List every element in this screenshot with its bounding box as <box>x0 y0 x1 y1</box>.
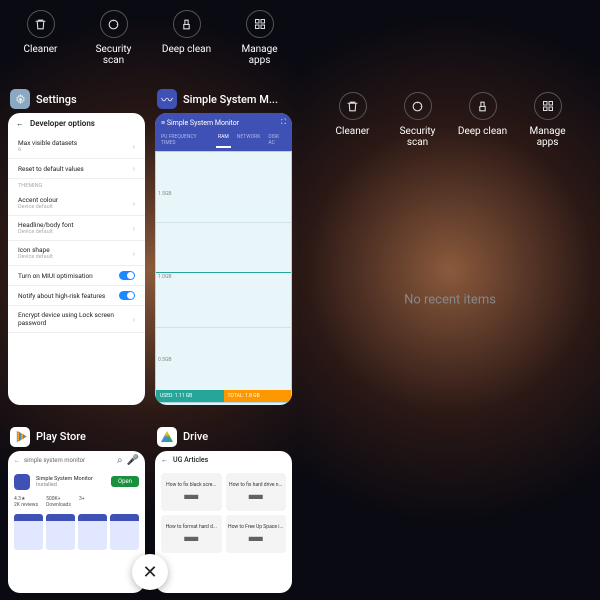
scan-icon <box>100 10 128 38</box>
grid-icon <box>534 92 562 120</box>
recents-screen-empty: Cleaner Security scan Deep clean Manage … <box>300 0 600 600</box>
app-name: Drive <box>183 430 208 443</box>
monitor-thumbnail[interactable]: ≡ Simple System Monitor⛶ PU FREQUENCY TI… <box>155 113 292 405</box>
back-icon: ← <box>161 456 168 464</box>
drive-folder: How to format hard d...▬ <box>161 515 222 553</box>
empty-recents-message: No recent items <box>300 293 600 308</box>
folder-icon: ▬ <box>184 530 198 544</box>
tool-manage-apps[interactable]: Manage apps <box>519 92 577 148</box>
tool-cleaner[interactable]: Cleaner <box>12 10 70 66</box>
toolbar: Cleaner Security scan Deep clean Manage … <box>300 82 600 156</box>
tool-label: Deep clean <box>162 44 211 55</box>
app-card-settings[interactable]: Settings ←Developer options Max visible … <box>8 85 145 405</box>
tool-label: Manage apps <box>519 126 577 148</box>
app-card-play-store[interactable]: Play Store ←simple system monitor⌕🎤 Simp… <box>8 423 145 593</box>
settings-row: Headline/body fontDevice default› <box>8 216 145 241</box>
close-icon: ✕ <box>142 562 157 583</box>
app-header: Play Store <box>8 423 145 451</box>
tool-label: Deep clean <box>458 126 507 137</box>
tool-security-scan[interactable]: Security scan <box>85 10 143 66</box>
tool-security-scan[interactable]: Security scan <box>389 92 447 148</box>
scan-icon <box>404 92 432 120</box>
toggle-on <box>119 271 135 280</box>
toolbar: Cleaner Security scan Deep clean Manage … <box>0 0 300 74</box>
grid-icon <box>246 10 274 38</box>
drive-thumbnail[interactable]: ←UG Articles How to fix black scre...▬ H… <box>155 451 292 593</box>
search-icon: ⌕ <box>117 455 123 466</box>
play-screenshots <box>8 510 145 554</box>
settings-row: Notify about high-risk features <box>8 286 145 306</box>
folder-icon: ▬ <box>184 488 198 502</box>
trash-icon <box>27 10 55 38</box>
drive-folder: How to fix hard drive n...▬ <box>226 473 287 511</box>
app-card-monitor[interactable]: 〰 Simple System M... ≡ Simple System Mon… <box>155 85 292 405</box>
back-icon: ← <box>16 119 24 128</box>
settings-titlebar: ←Developer options <box>8 113 145 134</box>
settings-row: Max visible datasets6› <box>8 134 145 159</box>
monitor-app-icon: 〰 <box>157 89 177 109</box>
mic-icon: 🎤 <box>127 455 139 466</box>
drive-grid: How to fix black scre...▬ How to fix har… <box>155 469 292 557</box>
fullscreen-icon: ⛶ <box>281 118 286 127</box>
app-card-drive[interactable]: Drive ←UG Articles How to fix black scre… <box>155 423 292 593</box>
settings-row: Turn on MIUI optimisation <box>8 266 145 286</box>
play-store-app-icon <box>10 427 30 447</box>
toggle-on <box>119 291 135 300</box>
settings-row: Encrypt device using Lock screen passwor… <box>8 306 145 333</box>
settings-row: Reset to default values› <box>8 159 145 179</box>
settings-app-icon <box>10 89 30 109</box>
section-label: THEMING <box>8 179 145 191</box>
tool-label: Cleaner <box>336 126 370 137</box>
play-stats: 4.3★2K reviews 500K+Downloads 3+ <box>8 494 145 510</box>
result-app-icon <box>14 474 30 490</box>
settings-row: Accent colourDevice default› <box>8 191 145 216</box>
app-header: 〰 Simple System M... <box>155 85 292 113</box>
clear-all-button[interactable]: ✕ <box>132 554 168 590</box>
tool-deep-clean[interactable]: Deep clean <box>454 92 512 148</box>
broom-icon <box>173 10 201 38</box>
tool-cleaner[interactable]: Cleaner <box>324 92 382 148</box>
play-search: ←simple system monitor⌕🎤 <box>8 451 145 470</box>
tool-label: Cleaner <box>24 44 58 55</box>
app-name: Settings <box>36 93 77 106</box>
tool-label: Manage apps <box>231 44 289 66</box>
folder-icon: ▬ <box>249 488 263 502</box>
back-icon: ← <box>14 457 20 464</box>
play-thumbnail[interactable]: ←simple system monitor⌕🎤 Simple System M… <box>8 451 145 593</box>
drive-folder: How to Free Up Space i...▬ <box>226 515 287 553</box>
play-result: Simple System MonitorInstalled Open <box>8 470 145 494</box>
app-header: Drive <box>155 423 292 451</box>
drive-app-icon <box>157 427 177 447</box>
tool-manage-apps[interactable]: Manage apps <box>231 10 289 66</box>
settings-row: Icon shapeDevice default› <box>8 241 145 266</box>
monitor-tabs: PU FREQUENCY TIMES RAM NETWORK DISK AC <box>155 132 292 151</box>
app-header: Settings <box>8 85 145 113</box>
folder-icon: ▬ <box>249 530 263 544</box>
app-name: Simple System M... <box>183 93 278 106</box>
broom-icon <box>469 92 497 120</box>
open-button: Open <box>111 476 139 487</box>
app-name: Play Store <box>36 430 86 443</box>
recents-screen-with-apps: Cleaner Security scan Deep clean Manage … <box>0 0 300 600</box>
drive-folder: How to fix black scre...▬ <box>161 473 222 511</box>
ram-graph: 1.5GB1.0GB0.5GB USED: 1.11 GBTOTAL: 1.8 … <box>155 151 292 403</box>
settings-thumbnail[interactable]: ←Developer options Max visible datasets6… <box>8 113 145 405</box>
tool-label: Security scan <box>85 44 143 66</box>
monitor-titlebar: ≡ Simple System Monitor⛶ <box>155 113 292 132</box>
drive-titlebar: ←UG Articles <box>155 451 292 469</box>
recents-grid: Settings ←Developer options Max visible … <box>0 85 300 600</box>
trash-icon <box>339 92 367 120</box>
tool-deep-clean[interactable]: Deep clean <box>158 10 216 66</box>
tool-label: Security scan <box>389 126 447 148</box>
